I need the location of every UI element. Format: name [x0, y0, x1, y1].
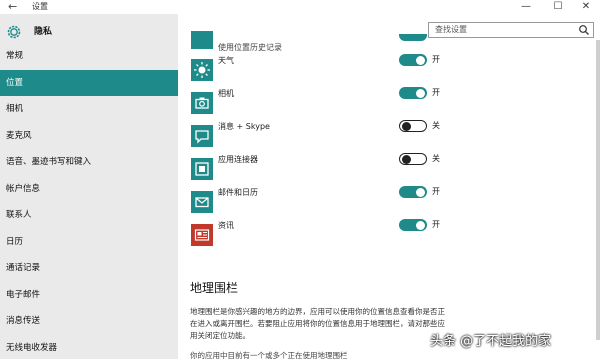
messaging-icon: [191, 125, 213, 147]
sidebar-item-email[interactable]: 电子邮件: [0, 282, 178, 309]
geofence-description: 地理围栏是你感兴趣的地方的边界，应用可以使用你的位置信息查看你是否正在进入或离开…: [190, 306, 450, 342]
sidebar-item-messaging[interactable]: 消息传送: [0, 308, 178, 335]
location-history-label: 使用位置历史记录: [218, 42, 282, 54]
back-button[interactable]: ←: [8, 0, 17, 14]
app-row: 相机 开: [188, 87, 448, 120]
scrollbar[interactable]: [596, 40, 600, 340]
sidebar-header: 隐私: [0, 20, 178, 42]
geofence-heading: 地理围栏: [190, 279, 238, 296]
watermark: 头条 @了不起我的家: [430, 330, 551, 349]
sidebar-item-general[interactable]: 常规: [0, 43, 178, 70]
close-button[interactable]: ✕: [572, 0, 600, 14]
sidebar-item-camera[interactable]: 相机: [0, 96, 178, 123]
location-history-icon: [191, 31, 213, 49]
location-history-toggle[interactable]: [399, 34, 427, 41]
location-history-row: 使用位置历史记录: [188, 34, 448, 54]
sidebar-item-location[interactable]: 位置: [0, 70, 178, 97]
sidebar-item-contacts[interactable]: 联系人: [0, 202, 178, 229]
toggle-state: 开: [432, 87, 440, 99]
sidebar: 隐私 常规 位置 相机 麦克风 语音、墨迹书写和键入 帐户信息 联系人 日历 通…: [0, 14, 178, 359]
title-bar: ← 设置 — ☐ ✕: [0, 0, 600, 14]
app-row: 应用连接器 关: [188, 153, 448, 186]
sidebar-item-speech[interactable]: 语音、墨迹书写和键入: [0, 149, 178, 176]
geofence-status-text: 你的应用中目前有一个或多个正在使用地理围栏: [190, 350, 348, 361]
app-location-toggle[interactable]: [399, 186, 427, 198]
app-name: 相机: [218, 88, 234, 100]
app-row: 邮件和日历 开: [188, 186, 448, 219]
sidebar-item-account-info[interactable]: 帐户信息: [0, 176, 178, 203]
minimize-button[interactable]: —: [512, 0, 540, 14]
search-box[interactable]: 查找设置: [428, 22, 594, 38]
toggle-state: 开: [432, 54, 440, 66]
app-row: 资讯 开: [188, 219, 448, 252]
sidebar-title: 隐私: [34, 24, 52, 40]
app-location-toggle[interactable]: [399, 153, 427, 165]
gear-icon: [6, 24, 22, 40]
window-title: 设置: [32, 0, 48, 14]
camera-icon: [191, 92, 213, 114]
app-location-toggle[interactable]: [399, 87, 427, 99]
mail-calendar-icon: [191, 191, 213, 213]
app-location-toggle[interactable]: [399, 54, 427, 66]
app-row: 天气 开: [188, 54, 448, 87]
app-location-toggle[interactable]: [399, 219, 427, 231]
app-name: 天气: [218, 55, 234, 67]
toggle-state: 关: [432, 120, 440, 132]
app-location-toggle[interactable]: [399, 120, 427, 132]
news-icon: [191, 224, 213, 246]
sidebar-list: 常规 位置 相机 麦克风 语音、墨迹书写和键入 帐户信息 联系人 日历 通话记录…: [0, 43, 178, 361]
sidebar-item-radios[interactable]: 无线电收发器: [0, 335, 178, 361]
app-name: 应用连接器: [218, 154, 258, 166]
toggle-state: 开: [432, 186, 440, 198]
sidebar-item-calendar[interactable]: 日历: [0, 229, 178, 256]
app-name: 资讯: [218, 220, 234, 232]
app-name: 消息 + Skype: [218, 121, 270, 133]
sidebar-item-call-history[interactable]: 通话记录: [0, 255, 178, 282]
app-row: 消息 + Skype 关: [188, 120, 448, 153]
search-icon[interactable]: [578, 24, 590, 36]
app-list: 使用位置历史记录 天气 开 相机 开: [188, 34, 448, 252]
toggle-state: 关: [432, 153, 440, 165]
sidebar-item-microphone[interactable]: 麦克风: [0, 123, 178, 150]
app-name: 邮件和日历: [218, 187, 258, 199]
maximize-button[interactable]: ☐: [544, 0, 572, 14]
toggle-state: 开: [432, 219, 440, 231]
app-connector-icon: [191, 158, 213, 180]
weather-icon: [191, 59, 213, 81]
